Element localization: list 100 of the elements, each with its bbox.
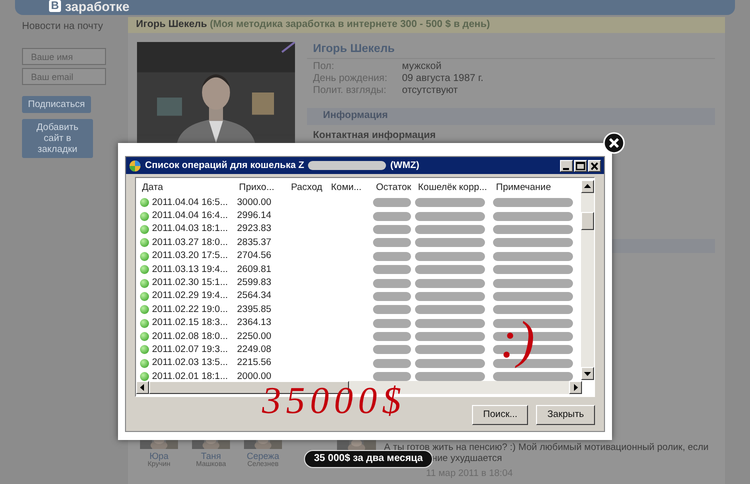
right-arrow-icon: [572, 384, 579, 391]
table-cell-text: 2923.83: [236, 223, 272, 236]
redacted-bar: [415, 332, 485, 342]
redacted-bar: [415, 224, 485, 234]
close-button[interactable]: [588, 160, 601, 172]
date-text: 2011.02.03 13:5...: [152, 357, 228, 370]
table-cell-text: 2996.14: [236, 210, 272, 222]
redacted-bar: [373, 252, 411, 261]
minimize-button[interactable]: [560, 160, 573, 172]
table-cell-text: 2250.00: [236, 330, 272, 343]
date-text: 2011.02.22 19:0...: [152, 304, 228, 316]
redacted-bar: [373, 318, 411, 328]
minimize-icon: [563, 168, 569, 170]
date-text: 2011.04.04 16:5...: [152, 196, 228, 209]
redacted-bar: [415, 305, 485, 314]
column-header[interactable]: Прихо...: [233, 182, 285, 194]
redacted-bar: [415, 252, 485, 261]
banner-name: Игорь Шекель: [136, 19, 208, 30]
date-text: 2011.02.15 18:3...: [152, 317, 228, 330]
field-value: отсутствуют: [402, 85, 458, 97]
banner-note: (Моя методика заработка в интернете 300 - 500 $ в день): [210, 19, 490, 30]
redacted-bar: [373, 198, 411, 208]
dialog-button[interactable]: Поиск...: [472, 405, 528, 425]
redacted-bar: [415, 198, 485, 208]
redacted-bar: [415, 358, 485, 368]
close-button[interactable]: [603, 132, 625, 154]
window-title: (WMZ): [390, 160, 420, 172]
logo-icon: В: [49, 0, 61, 12]
down-arrow-icon: [584, 370, 591, 377]
redacted-bar: [373, 224, 411, 234]
input-field[interactable]: Ваш email: [22, 68, 106, 85]
redacted-bar: [373, 278, 411, 288]
redacted-bar: [415, 238, 485, 248]
redacted-bar: [373, 212, 411, 221]
window-title: Список операций для кошелька Z: [145, 160, 304, 172]
table-cell-text: 2835.37: [236, 236, 272, 249]
redacted-bar: [373, 265, 411, 274]
dialog-button[interactable]: Закрыть: [536, 405, 595, 425]
close-icon: [589, 160, 600, 170]
scroll-right-button[interactable]: [569, 381, 582, 394]
scroll-thumb[interactable]: [581, 212, 594, 230]
table-cell-text: 2609.81: [236, 264, 272, 276]
date-text: 2011.03.27 18:0...: [152, 236, 228, 249]
date-text: 2011.02.08 18:0...: [152, 330, 228, 343]
post-text: ние ухудшается: [432, 453, 502, 464]
subsection-title: Контактная информация: [312, 129, 437, 142]
field-value: мужской: [402, 61, 442, 73]
left-arrow-icon: [139, 384, 146, 391]
sidebar-heading: Новости на почту: [22, 21, 104, 33]
date-text: 2011.03.13 19:4...: [152, 264, 228, 276]
post-text: А ты готов жить на пенсию? :) Мой любимый мотивационный ролик, если: [384, 442, 709, 453]
maximize-button[interactable]: [574, 160, 587, 172]
redacted-bar: [415, 372, 485, 382]
column-header[interactable]: Расход: [285, 182, 325, 194]
redacted-bar: [373, 292, 411, 301]
date-text: 2011.02.29 19:4...: [152, 290, 228, 302]
profile-name: Игорь Шекель: [307, 43, 715, 59]
redacted-bar: [373, 238, 411, 248]
redacted-bar: [415, 265, 485, 274]
logo-text: заработке: [65, 0, 130, 13]
column-header[interactable]: Дата: [136, 182, 233, 194]
maximize-icon: [575, 160, 586, 170]
table-cell-text: 3000.00: [236, 196, 272, 209]
handwritten-note: :): [500, 315, 535, 367]
table-cell-text: 2215.56: [236, 357, 272, 370]
table-cell-text: 2000.00: [236, 370, 272, 383]
date-text: 2011.02.07 19:3...: [152, 344, 228, 356]
date-text: 2011.02.01 18:1...: [152, 370, 228, 383]
date-text: 2011.04.03 18:1...: [152, 223, 228, 236]
column-header[interactable]: Кошелёк корр...: [412, 182, 490, 194]
scroll-up-button[interactable]: [581, 180, 594, 193]
input-field[interactable]: Ваше имя: [22, 48, 106, 65]
redacted-bar: [373, 345, 411, 354]
table-cell-text: 2564.34: [236, 290, 272, 302]
date-text: 2011.04.04 16:4...: [152, 210, 228, 222]
wallet-icon: [129, 160, 141, 172]
table-cell-text: 2599.83: [236, 277, 272, 290]
table-cell-text: 2704.56: [236, 250, 272, 262]
date-text: 2011.02.30 15:1...: [152, 277, 228, 290]
redacted-bar: [415, 345, 485, 354]
scroll-down-button[interactable]: [581, 367, 594, 380]
tooltip: 35 000$ за два месяца: [304, 450, 433, 468]
date-text: 2011.03.20 17:5...: [152, 250, 228, 262]
redacted-bar: [415, 292, 485, 301]
table-cell-text: 2364.13: [236, 317, 272, 330]
redacted-bar: [373, 372, 411, 382]
redacted-bar: [373, 332, 411, 342]
column-header[interactable]: Остаток: [370, 182, 412, 194]
redacted-bar: [415, 278, 485, 288]
field-value: 09 августа 1987 г.: [402, 73, 484, 85]
scroll-left-button[interactable]: [136, 381, 149, 394]
redacted-bar: [373, 358, 411, 368]
redacted-bar: [415, 318, 485, 328]
table-cell-text: 2249.08: [236, 344, 272, 356]
column-header[interactable]: Коми...: [325, 182, 370, 194]
column-header[interactable]: Примечание: [490, 182, 581, 194]
redacted-bar: [415, 212, 485, 221]
table-cell-text: 2395.85: [236, 304, 272, 316]
section-header: Информация: [307, 108, 715, 125]
up-arrow-icon: [584, 183, 591, 190]
